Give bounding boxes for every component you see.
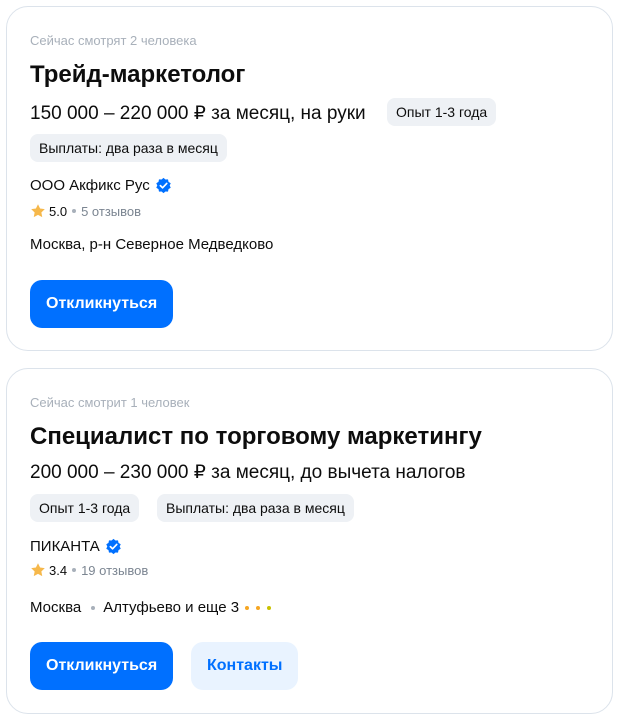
star-icon (31, 563, 45, 577)
rating-value: 3.4 (49, 562, 68, 578)
company-name[interactable]: ПИКАНТА (30, 538, 100, 555)
rating-row: 3.4 19 отзывов (30, 562, 148, 578)
vacancy-title[interactable]: Специалист по торговому маркетингу (30, 423, 482, 451)
experience-chip: Опыт 1-3 года (30, 494, 140, 522)
vacancy-title[interactable]: Трейд-маркетолог (30, 61, 245, 89)
address: Москва, р-н Северное Медведково (30, 236, 274, 253)
separator-dot (72, 568, 77, 572)
company-name[interactable]: ООО Акфикс Рус (30, 177, 150, 194)
watching-count: Сейчас смотрит 1 человек (30, 395, 190, 410)
vacancy-card[interactable]: Сейчас смотрит 1 человек Специалист по т… (6, 368, 613, 714)
star-icon (31, 204, 45, 218)
metro-line-icon (245, 605, 278, 610)
payments-chip: Выплаты: два раза в месяц (157, 494, 354, 522)
contacts-button[interactable]: Контакты (191, 642, 299, 690)
rating-row: 5.0 5 отзывов (30, 203, 141, 219)
reviews-link[interactable]: 19 отзывов (81, 563, 148, 578)
reviews-link[interactable]: 5 отзывов (81, 204, 141, 219)
salary: 200 000 – 230 000 ₽ за месяц, до вычета … (30, 462, 466, 483)
address-city: Москва (30, 599, 82, 616)
company-row: ПИКАНТА (30, 538, 122, 555)
separator-dot (72, 209, 77, 213)
respond-button[interactable]: Откликнуться (30, 642, 174, 690)
verified-check-icon (106, 538, 121, 555)
separator-dot (91, 605, 96, 610)
vacancy-card[interactable]: Сейчас смотрят 2 человека Трейд-маркетол… (6, 6, 613, 351)
salary: 150 000 – 220 000 ₽ за месяц, на руки (30, 103, 366, 124)
respond-button[interactable]: Откликнуться (30, 280, 174, 328)
payments-chip: Выплаты: два раза в месяц (30, 134, 227, 162)
verified-check-icon (155, 177, 171, 194)
company-row: ООО Акфикс Рус (30, 177, 172, 194)
watching-count: Сейчас смотрят 2 человека (30, 33, 197, 48)
metro-stations[interactable]: Алтуфьево и еще 3 (103, 599, 239, 616)
experience-chip: Опыт 1-3 года (387, 98, 497, 126)
address: Москва Алтуфьево и еще 3 (30, 599, 278, 616)
rating-value: 5.0 (49, 203, 68, 219)
